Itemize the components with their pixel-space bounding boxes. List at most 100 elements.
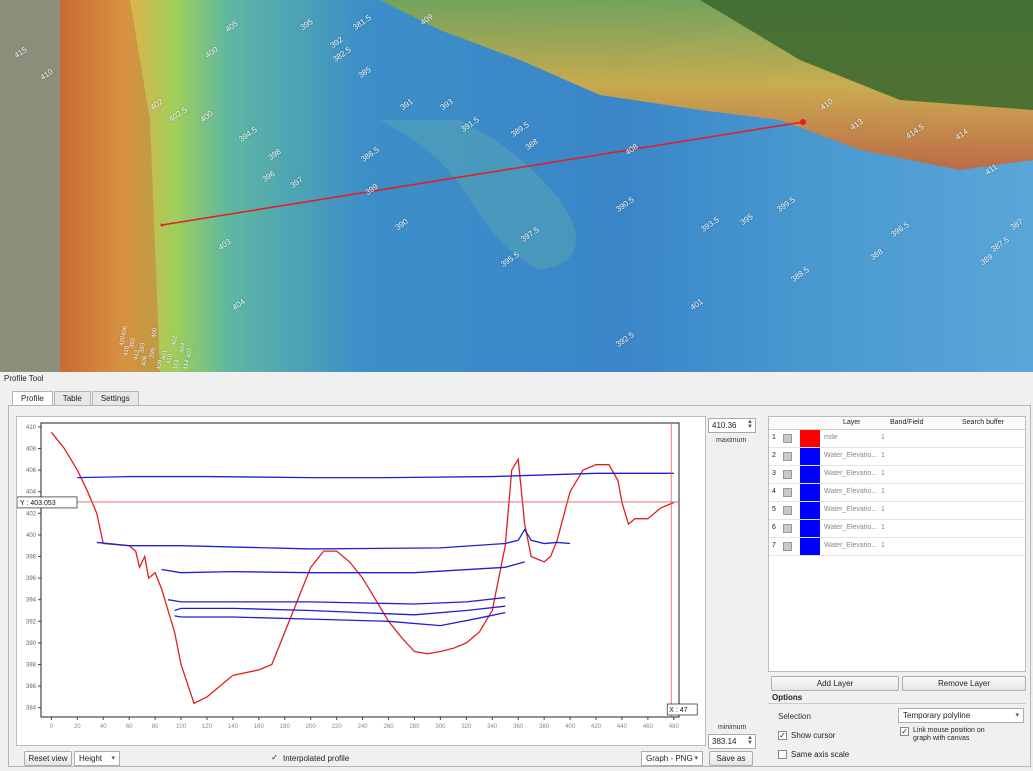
layer-visibility-checkbox[interactable] [783,434,792,443]
layer-name: mde [824,434,838,441]
layer-band: 1 [881,434,885,441]
x-tick-label: 60 [126,724,133,730]
layer-row[interactable]: 3 Water_Elevatio... 1 [769,466,1025,484]
layer-row[interactable]: 2 Water_Elevatio... 1 [769,448,1025,466]
remove-layer-button[interactable]: Remove Layer [902,676,1026,691]
show-cursor-checkbox[interactable]: ✓ Show cursor [778,731,835,740]
layer-visibility-checkbox[interactable] [783,506,792,515]
export-format-combo[interactable]: Graph - PNG ▾ [641,751,703,766]
x-tick-label: 180 [280,724,291,730]
layer-color-swatch[interactable] [800,520,820,537]
interpolated-profile-checkbox[interactable]: ✓ Interpolated profile [270,753,350,764]
y-tick-label: 396 [26,576,37,582]
layer-row[interactable]: 4 Water_Elevatio... 1 [769,484,1025,502]
map-canvas[interactable]: 415 410 400 395 392 381.5 382.5 385 388 390 391 386… [0,0,1033,372]
tab-table[interactable]: Table [53,391,91,406]
chevron-down-icon: ▾ [694,755,698,762]
layer-visibility-checkbox[interactable] [783,524,792,533]
layer-visibility-checkbox[interactable] [783,470,792,479]
x-tick-label: 120 [202,724,213,730]
interpolated-profile-label: Interpolated profile [283,754,350,763]
max-label: maximum [716,437,747,444]
x-tick-label: 480 [669,724,680,730]
check-icon: ✓ [900,727,909,736]
y-tick-label: 394 [26,598,37,604]
same-axis-scale-label: Same axis scale [791,750,850,759]
y-tick-label: 398 [26,554,37,560]
min-value: 383.14 [712,737,737,746]
profile-graph[interactable]: 384 386 388 390 392 394 396 398 400 402 404 406 408 4… [16,416,706,746]
plot-area [40,422,680,718]
x-tick-label: 140 [228,724,239,730]
min-label: minimum [718,724,747,731]
x-tick-label: 80 [152,724,159,730]
link-mouse-label: Link mouse position on graph with canvas [913,727,985,742]
layer-row-number: 7 [772,542,776,549]
min-spinbox[interactable]: 383.14 ▲ ▼ [708,734,756,749]
chevron-down-icon: ▾ [111,755,115,762]
layer-row[interactable]: 7 Water_Elevatio... 1 [769,538,1025,556]
options-title: Options [772,693,803,702]
layer-row-number: 3 [772,470,776,477]
max-spinbox[interactable]: 410.36 ▲ ▼ [708,418,756,433]
x-tick-label: 280 [409,724,420,730]
y-tick-label: 390 [26,641,37,647]
y-tick-label: 386 [26,684,37,690]
x-tick-label: 100 [176,724,187,730]
layer-name: Water_Elevatio... [824,452,878,459]
selection-combo[interactable]: Temporary polyline ▾ [898,708,1024,723]
layer-table-header: Layer Band/Field Search buffer [769,417,1025,430]
height-combo[interactable]: Height ▾ [74,751,120,766]
layer-row-number: 5 [772,506,776,513]
x-tick-label: 200 [306,724,317,730]
check-icon: ✓ [271,753,278,762]
x-tick-label: 260 [384,724,395,730]
layer-visibility-checkbox[interactable] [783,488,792,497]
layer-name: Water_Elevatio... [824,524,878,531]
save-as-button[interactable]: Save as [709,751,753,766]
link-mouse-checkbox[interactable]: ✓ Link mouse position on graph with canv… [900,727,995,743]
reset-view-button[interactable]: Reset view [24,751,72,766]
x-tick-label: 300 [435,724,446,730]
spin-arrows-icon[interactable]: ▲ ▼ [747,419,753,430]
x-tick-label: 340 [487,724,498,730]
show-cursor-label: Show cursor [791,731,836,740]
y-tick-label: 400 [26,533,37,539]
y-tick-label: 408 [26,446,37,452]
layer-visibility-checkbox[interactable] [783,452,792,461]
check-icon: ✓ [778,731,787,740]
map-raster [0,0,1033,372]
y-tick-label: 402 [26,511,37,517]
layer-row[interactable]: 1 mde 1 [769,430,1025,448]
layer-color-swatch[interactable] [800,466,820,483]
chevron-down-icon: ▾ [1015,712,1019,719]
same-axis-scale-checkbox[interactable]: Same axis scale [778,750,849,759]
layer-row-number: 1 [772,434,776,441]
layer-table[interactable]: Layer Band/Field Search buffer 1 mde 1 2 Wat… [768,416,1026,672]
spin-arrows-icon[interactable]: ▲ ▼ [747,735,753,746]
layer-color-swatch[interactable] [800,502,820,519]
layer-color-swatch[interactable] [800,538,820,555]
header-band: Band/Field [890,419,924,426]
add-layer-button[interactable]: Add Layer [771,676,899,691]
layer-row[interactable]: 6 Water_Elevatio... 1 [769,520,1025,538]
layer-color-swatch[interactable] [800,484,820,501]
layer-color-swatch[interactable] [800,448,820,465]
profile-end-marker [800,119,806,125]
layer-name: Water_Elevatio... [824,470,878,477]
x-tick-label: 320 [461,724,472,730]
tab-settings[interactable]: Settings [91,391,139,406]
checkbox-empty-icon [778,750,787,759]
profile-start-marker [160,223,164,227]
cursor-x-label: X : 47 [669,707,687,714]
layer-color-swatch[interactable] [800,430,820,447]
layer-row-number: 4 [772,488,776,495]
header-layer: Layer [843,419,861,426]
layer-row[interactable]: 5 Water_Elevatio... 1 [769,502,1025,520]
x-tick-label: 20 [74,724,81,730]
x-tick-label: 0 [50,724,54,730]
y-tick-label: 392 [26,619,37,625]
layer-visibility-checkbox[interactable] [783,542,792,551]
layer-band: 1 [881,488,885,495]
x-tick-label: 220 [332,724,343,730]
